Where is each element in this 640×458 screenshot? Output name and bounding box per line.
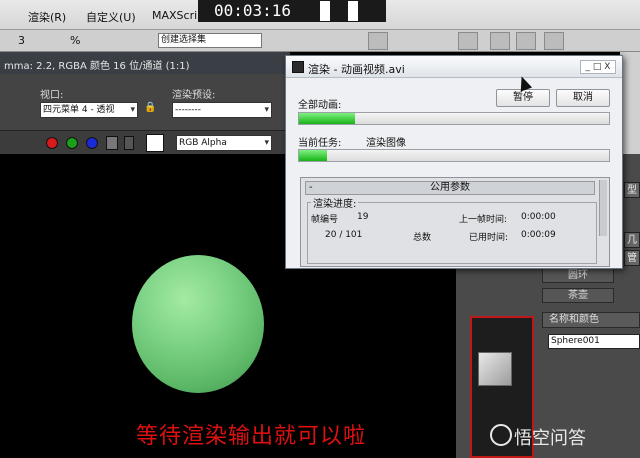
- channel-dropdown[interactable]: RGB Alpha: [176, 135, 272, 151]
- window-controls[interactable]: _ □ X: [580, 60, 616, 74]
- percent-snap-icon[interactable]: %: [70, 34, 80, 47]
- blue-channel-icon[interactable]: [86, 137, 98, 149]
- main-toolbar: 3 % 创建选择集: [0, 30, 640, 52]
- total-count-label: 总数: [413, 233, 432, 243]
- view-cube[interactable]: [478, 352, 512, 386]
- video-subtitle: 等待渲染输出就可以啦: [136, 424, 367, 449]
- name-and-color-label: 名称和颜色: [549, 314, 599, 325]
- frame-count-value: 20 / 101: [325, 230, 363, 240]
- watermark: 悟空问答: [490, 424, 586, 450]
- total-progress-fill: [299, 113, 355, 124]
- timer-text: 00:03:16: [214, 1, 292, 20]
- total-animation-label: 全部动画:: [298, 100, 342, 111]
- viewport-dropdown[interactable]: 四元菜单 4 - 透视: [40, 102, 138, 118]
- channel-toolbar: RGB Alpha: [0, 130, 290, 154]
- current-progress-fill: [299, 150, 327, 161]
- mono-channel-icon[interactable]: [124, 136, 134, 150]
- common-parameters-rollout: - 公用参数 渲染进度: 帧编号 19 上一帧时间: 0:00:00 20 / …: [300, 177, 610, 267]
- side-label-tube: 管: [624, 250, 640, 266]
- video-timer: 00:03:16: [198, 0, 386, 22]
- render-progress-dialog: 渲染 - 动画视频.avi _ □ X 全部动画: 暂停 取消 当前任务: 渲染…: [285, 55, 623, 269]
- params-scrollbar[interactable]: [599, 180, 607, 236]
- render-preset-dropdown[interactable]: --------: [172, 102, 272, 118]
- common-parameters-title: 公用参数: [430, 182, 470, 193]
- render-production-icon[interactable]: [516, 32, 536, 50]
- common-parameters-header[interactable]: - 公用参数: [305, 181, 595, 195]
- elapsed-time-value: 0:00:09: [521, 230, 556, 240]
- collapse-icon[interactable]: -: [309, 182, 313, 194]
- elapsed-time-label: 已用时间:: [469, 233, 509, 243]
- render-setup-icon[interactable]: [458, 32, 478, 50]
- current-task-value: 渲染图像: [366, 138, 406, 149]
- name-and-color-rollout[interactable]: 名称和颜色: [542, 312, 640, 328]
- pause-button[interactable]: 暂停: [496, 89, 550, 107]
- viewport-label: 视口:: [40, 90, 64, 101]
- frame-number-value: 19: [357, 212, 369, 222]
- alpha-channel-icon[interactable]: [106, 136, 118, 150]
- current-task-label: 当前任务:: [298, 138, 342, 149]
- lock-icon[interactable]: 🔒: [144, 102, 156, 113]
- side-label-geometry: 几: [624, 232, 640, 248]
- cancel-button[interactable]: 取消: [556, 89, 610, 107]
- current-progress-bar: [298, 149, 610, 162]
- last-frame-time-value: 0:00:00: [521, 212, 556, 222]
- object-name-input[interactable]: Sphere001: [548, 334, 640, 349]
- green-channel-icon[interactable]: [66, 137, 78, 149]
- wukong-logo-icon: [490, 424, 512, 446]
- pause-bar-left-icon: [320, 1, 330, 21]
- render-preset-label: 渲染预设:: [172, 90, 216, 101]
- app-icon: [292, 61, 304, 73]
- render-frame-controls: 视口: 四元菜单 4 - 透视 🔒 渲染预设: --------: [0, 74, 290, 130]
- named-selection-set-dropdown[interactable]: 创建选择集: [158, 33, 262, 48]
- right-toolbar-strip: [620, 52, 640, 154]
- dialog-title: 渲染 - 动画视频.avi: [308, 63, 405, 76]
- render-teapot-icon[interactable]: [490, 32, 510, 50]
- render-active-icon[interactable]: [544, 32, 564, 50]
- frame-number-label: 帧编号: [311, 215, 339, 225]
- total-progress-bar: [298, 112, 610, 125]
- watermark-text: 悟空问答: [514, 428, 586, 449]
- menu-render[interactable]: 渲染(R): [28, 9, 66, 25]
- menu-bar: 渲染(R) 自定义(U) MAXScript(X) 00:03:16: [0, 0, 640, 30]
- render-frame-status: mma: 2.2, RGBA 颜色 16 位/通道 (1:1): [0, 52, 290, 74]
- render-frame-status-text: mma: 2.2, RGBA 颜色 16 位/通道 (1:1): [4, 61, 190, 72]
- color-swatch[interactable]: [146, 134, 164, 152]
- side-label-type: 型: [624, 182, 640, 198]
- snap-3-icon[interactable]: 3: [18, 34, 25, 47]
- render-progress-title: 渲染进度:: [311, 195, 359, 210]
- pause-bar-right-icon: [348, 1, 358, 21]
- menu-customize[interactable]: 自定义(U): [86, 9, 136, 25]
- last-frame-time-label: 上一帧时间:: [459, 215, 508, 225]
- material-editor-icon[interactable]: [368, 32, 388, 50]
- teapot-button[interactable]: 茶壶: [542, 288, 614, 303]
- green-sphere: [132, 255, 264, 393]
- red-channel-icon[interactable]: [46, 137, 58, 149]
- torus-button[interactable]: 圆环: [542, 268, 614, 283]
- dialog-title-bar: 渲染 - 动画视频.avi _ □ X: [286, 56, 622, 78]
